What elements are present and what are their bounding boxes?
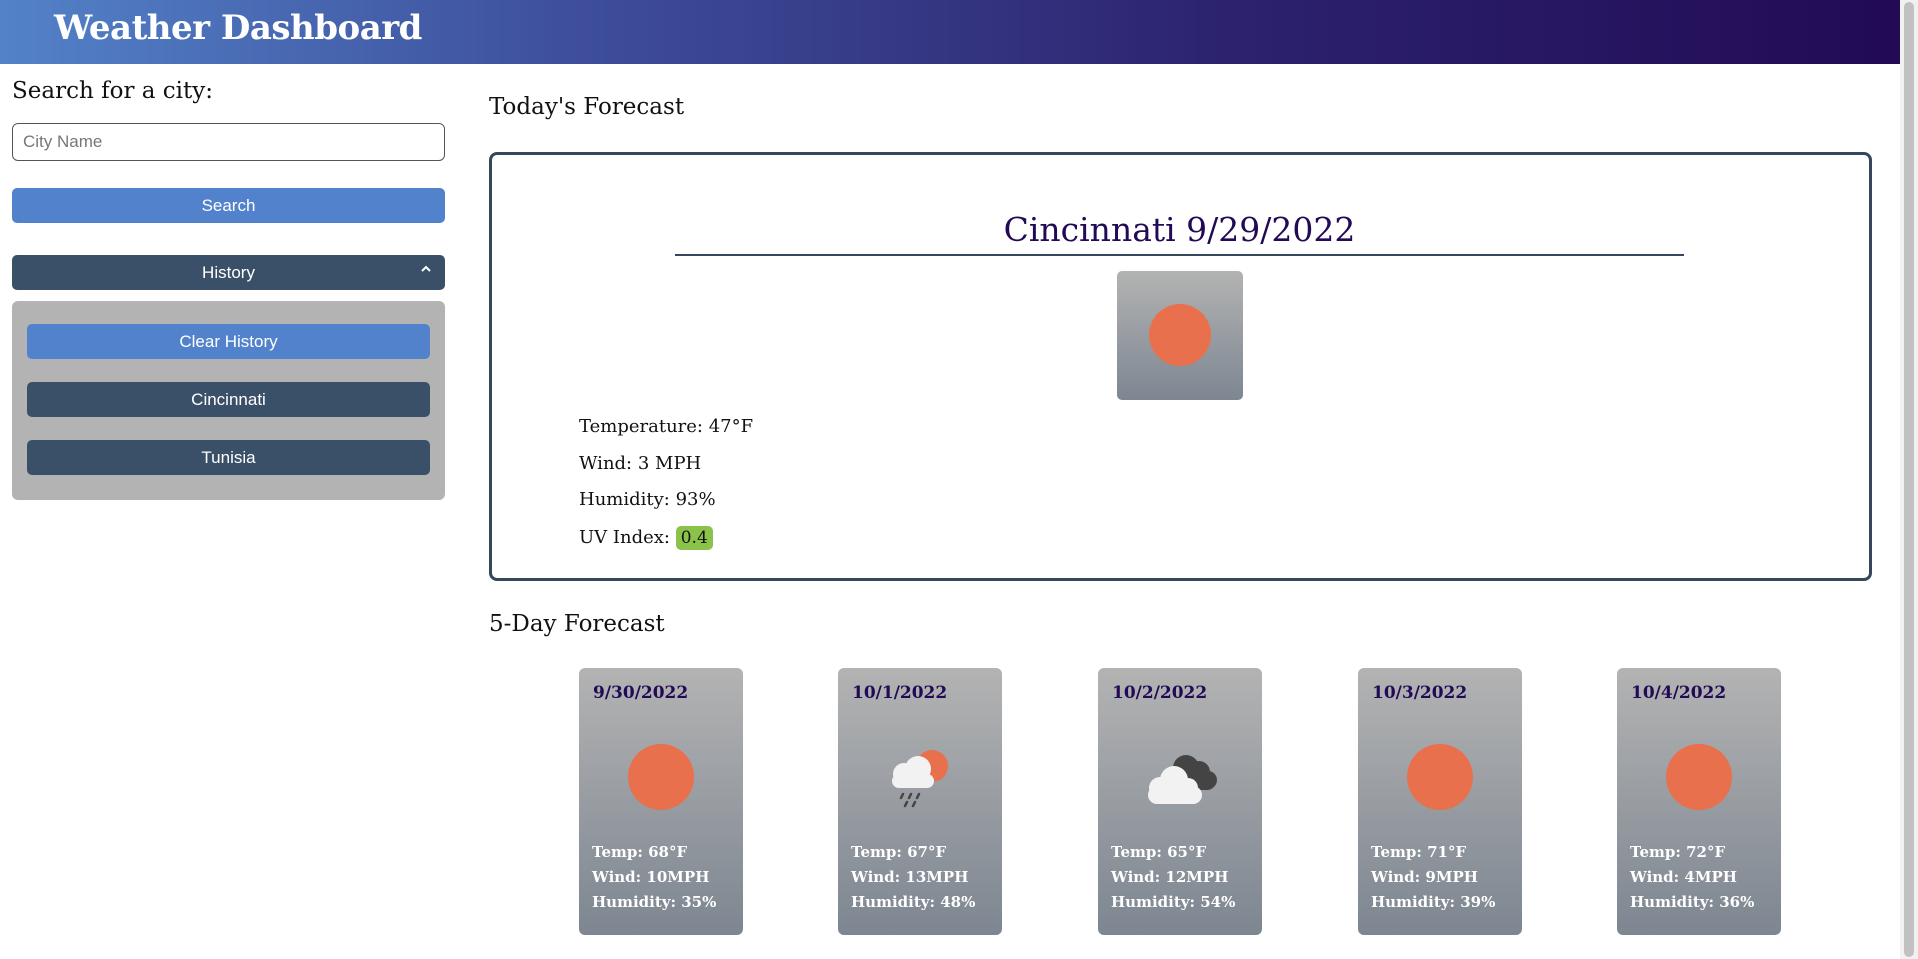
- history-panel: Clear History Cincinnati Tunisia: [12, 301, 445, 500]
- forecast-stats: Temp: 72°F Wind: 4MPH Humidity: 36%: [1630, 843, 1754, 918]
- forecast-wind: Wind: 9MPH: [1371, 868, 1478, 886]
- chevron-up-icon: [421, 265, 431, 272]
- forecast-humidity: Humidity: 48%: [851, 893, 976, 911]
- today-stats: Temperature: 47°F Wind: 3 MPH Humidity: …: [579, 416, 753, 562]
- app-title: Weather Dashboard: [54, 8, 422, 48]
- forecast-humidity: Humidity: 39%: [1371, 893, 1496, 911]
- today-weather-icon-box: [1117, 271, 1243, 400]
- sun-icon: [1398, 736, 1482, 820]
- sun-icon: [1149, 304, 1211, 366]
- sun-rain-cloud-icon: [892, 750, 948, 808]
- sun-shape: [1666, 744, 1732, 810]
- todays-forecast-title: Today's Forecast: [489, 94, 685, 120]
- today-humidity: Humidity: 93%: [579, 489, 716, 510]
- forecast-date: 10/4/2022: [1631, 683, 1727, 703]
- history-item-tunisia[interactable]: Tunisia: [27, 440, 430, 475]
- sun-shape: [1407, 744, 1473, 810]
- forecast-humidity: Humidity: 35%: [592, 893, 717, 911]
- history-toggle-button[interactable]: History: [12, 255, 445, 290]
- forecast-card-day-4: 10/3/2022 Temp: 71°F Wind: 9MPH Humidity…: [1358, 668, 1522, 935]
- forecast-stats: Temp: 71°F Wind: 9MPH Humidity: 39%: [1371, 843, 1495, 918]
- forecast-wind: Wind: 13MPH: [851, 868, 969, 886]
- today-uv-row: UV Index: 0.4: [579, 525, 753, 563]
- history-item-cincinnati[interactable]: Cincinnati: [27, 382, 430, 417]
- today-forecast-card: Cincinnati 9/29/2022 Temperature: 47°F W…: [489, 152, 1872, 581]
- forecast-wind: Wind: 12MPH: [1111, 868, 1229, 886]
- clear-history-button[interactable]: Clear History: [27, 324, 430, 359]
- search-title: Search for a city:: [12, 78, 213, 104]
- forecast-humidity: Humidity: 36%: [1630, 893, 1755, 911]
- today-city-date: Cincinnati 9/29/2022: [675, 210, 1684, 256]
- uv-index-label: UV Index:: [579, 526, 670, 548]
- sun-icon: [1657, 736, 1741, 820]
- sun-shape: [628, 744, 694, 810]
- forecast-date: 9/30/2022: [593, 683, 689, 703]
- forecast-date: 10/3/2022: [1372, 683, 1468, 703]
- forecast-date: 10/1/2022: [852, 683, 948, 703]
- today-temperature: Temperature: 47°F: [579, 416, 754, 437]
- forecast-card-day-3: 10/2/2022 Temp: 65°F Wind: 12MPH Humidit…: [1098, 668, 1262, 935]
- forecast-temp: Temp: 67°F: [851, 843, 947, 861]
- search-button[interactable]: Search: [12, 188, 445, 223]
- forecast-stats: Temp: 67°F Wind: 13MPH Humidity: 48%: [851, 843, 975, 918]
- forecast-stats: Temp: 68°F Wind: 10MPH Humidity: 35%: [592, 843, 716, 918]
- history-button-label: History: [202, 262, 255, 282]
- forecast-temp: Temp: 72°F: [1630, 843, 1726, 861]
- today-wind: Wind: 3 MPH: [579, 452, 702, 474]
- five-day-forecast-title: 5-Day Forecast: [489, 611, 665, 637]
- forecast-date: 10/2/2022: [1112, 683, 1208, 703]
- forecast-temp: Temp: 71°F: [1371, 843, 1467, 861]
- city-search-input[interactable]: [12, 123, 445, 161]
- sun-icon: [619, 736, 703, 820]
- forecast-wind: Wind: 4MPH: [1630, 868, 1737, 886]
- page-scrollbar[interactable]: [1900, 0, 1918, 959]
- forecast-stats: Temp: 65°F Wind: 12MPH Humidity: 54%: [1111, 843, 1235, 918]
- forecast-temp: Temp: 68°F: [592, 843, 688, 861]
- scrollbar-thumb[interactable]: [1904, 2, 1914, 957]
- forecast-card-day-5: 10/4/2022 Temp: 72°F Wind: 4MPH Humidity…: [1617, 668, 1781, 935]
- forecast-humidity: Humidity: 54%: [1111, 893, 1236, 911]
- forecast-card-day-1: 9/30/2022 Temp: 68°F Wind: 10MPH Humidit…: [579, 668, 743, 935]
- forecast-wind: Wind: 10MPH: [592, 868, 710, 886]
- cloudy-icon: [1148, 755, 1217, 804]
- forecast-card-day-2: 10/1/2022 Temp: 67°F Wind: 13MPH Humidit…: [838, 668, 1002, 935]
- uv-index-badge: 0.4: [675, 525, 713, 550]
- app-header: Weather Dashboard: [0, 0, 1900, 64]
- forecast-temp: Temp: 65°F: [1111, 843, 1207, 861]
